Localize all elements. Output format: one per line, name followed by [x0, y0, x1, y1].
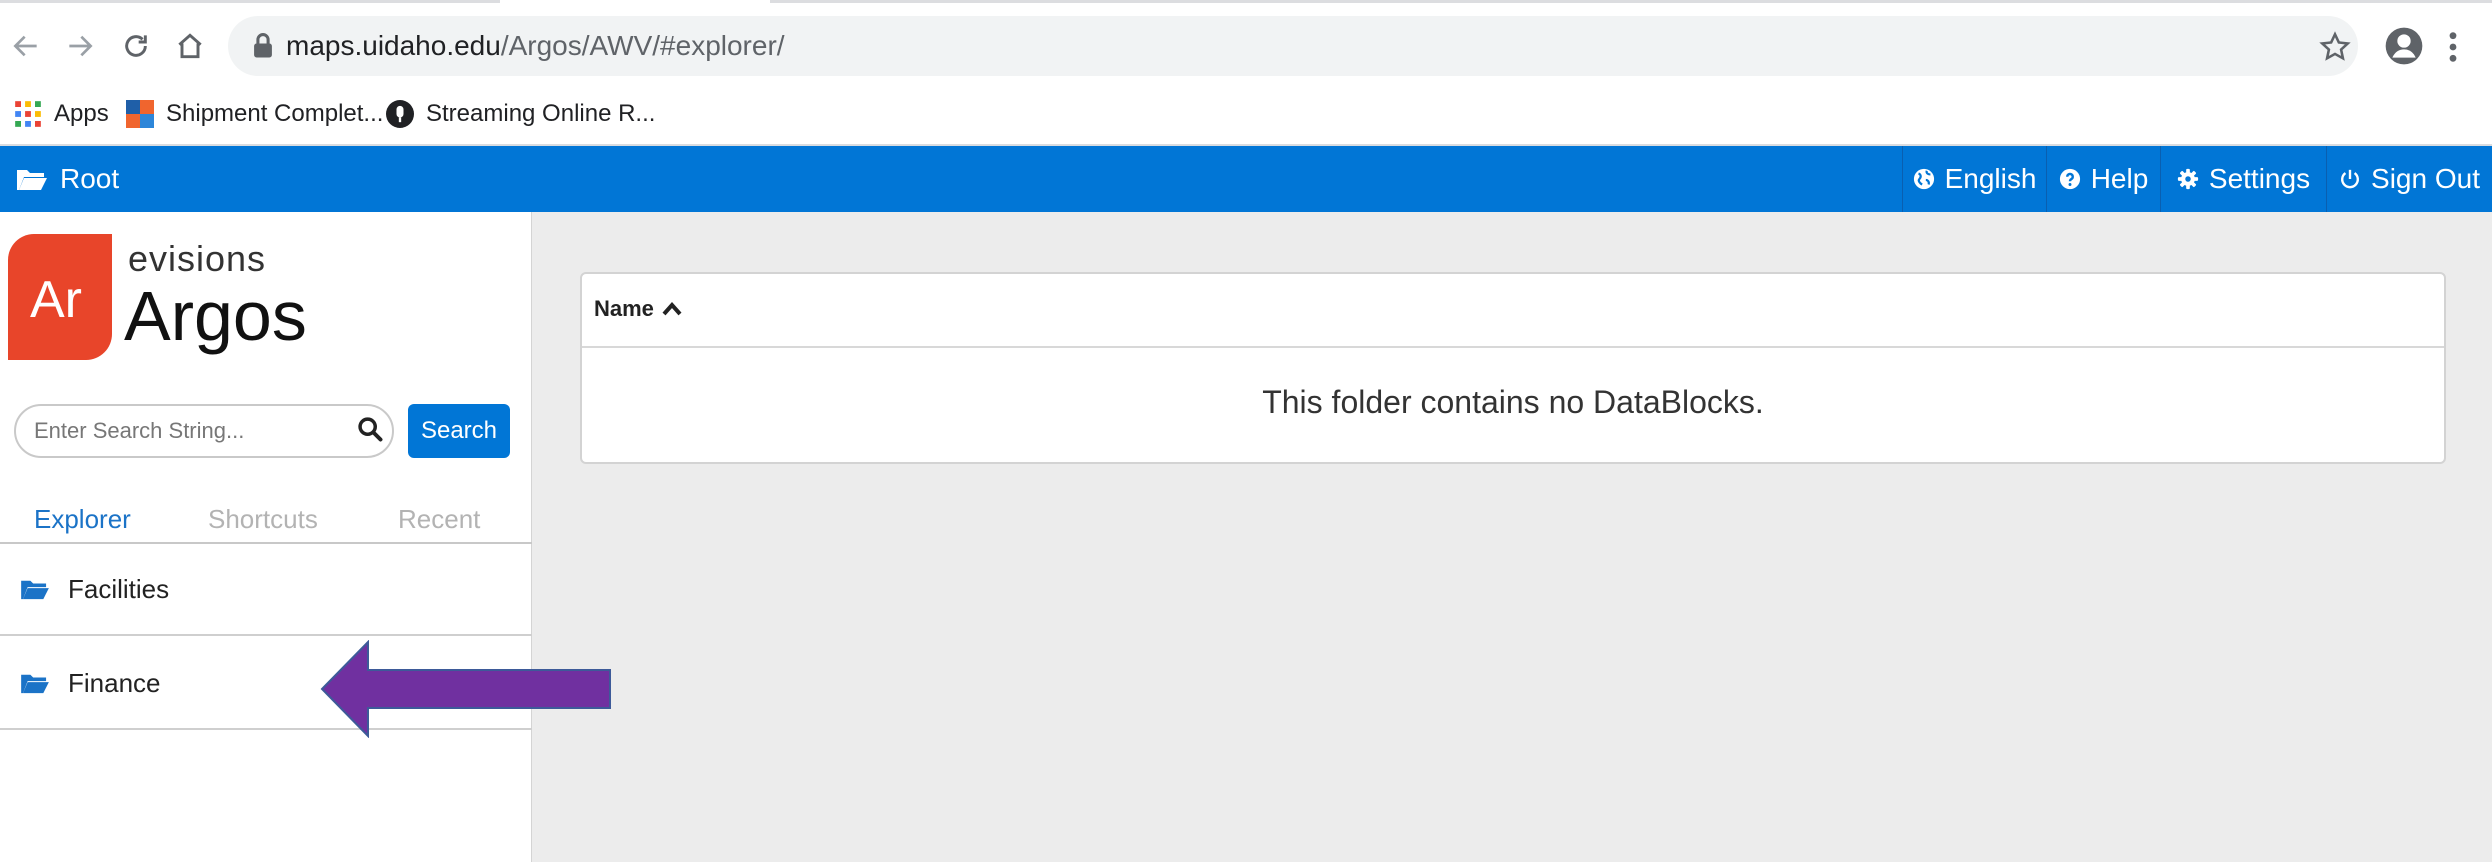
microphone-site-icon: [386, 100, 414, 128]
settings-button[interactable]: Settings: [2160, 146, 2326, 212]
folder-label: Finance: [68, 667, 161, 698]
globe-icon: [1913, 168, 1934, 190]
apps-grid-icon: [15, 101, 41, 127]
folder-label: Facilities: [68, 573, 170, 604]
language-label: English: [1944, 163, 2037, 194]
back-button[interactable]: [4, 24, 48, 68]
bookmark-label: Shipment Complet...: [166, 100, 384, 127]
bookmark-shipment[interactable]: Shipment Complet...: [126, 94, 383, 134]
gear-icon: [2177, 168, 2198, 190]
browser-menu-icon[interactable]: [2446, 30, 2460, 64]
folder-item-facilities[interactable]: Facilities: [0, 544, 532, 636]
tab-edge: [770, 0, 2492, 3]
forward-arrow-icon: [69, 35, 93, 57]
sort-ascending-icon: [662, 302, 682, 316]
datablock-table: Name This folder contains no DataBlocks.: [580, 272, 2446, 464]
column-header-label: Name: [594, 296, 654, 321]
breadcrumb-label: Root: [60, 163, 120, 194]
help-button[interactable]: Help: [2046, 146, 2160, 212]
tab-explorer[interactable]: Explorer: [34, 504, 131, 535]
settings-label: Settings: [2208, 163, 2311, 194]
shipment-site-icon: [126, 100, 154, 128]
logo-text: Ar: [30, 271, 82, 329]
forward-button[interactable]: [58, 24, 102, 68]
argos-logo: Ar: [8, 234, 112, 360]
table-divider: [582, 346, 2444, 348]
folder-open-icon: [17, 170, 47, 190]
lock-icon: [254, 33, 272, 58]
language-button[interactable]: English: [1902, 146, 2046, 212]
url-path: /Argos/AWV/#explorer/: [500, 30, 785, 61]
sidebar: Ar evisions Argos Search Explorer Shortc…: [0, 212, 532, 862]
main-content: Name This folder contains no DataBlocks.: [532, 212, 2492, 862]
bookmarks-bar: Apps Shipment Complet... Streaming Onlin…: [0, 82, 2492, 146]
bookmark-streaming[interactable]: Streaming Online R...: [386, 94, 655, 134]
profile-avatar-icon[interactable]: [2384, 26, 2424, 66]
tab-shortcuts[interactable]: Shortcuts: [208, 504, 318, 535]
bookmark-star-icon[interactable]: [2318, 30, 2352, 64]
url-host: maps.uidaho.edu: [286, 30, 501, 61]
reload-icon: [125, 35, 147, 57]
browser-toolbar: maps.uidaho.edu/Argos/AWV/#explorer/: [0, 6, 2492, 82]
sign-out-button[interactable]: Sign Out: [2326, 146, 2492, 212]
bookmark-label: Apps: [54, 100, 109, 127]
power-icon: [2341, 169, 2359, 189]
back-arrow-icon: [13, 35, 37, 57]
annotation-arrow: [320, 640, 611, 738]
app-header: Root English Help Settings Sign Out: [0, 146, 2492, 212]
address-bar[interactable]: maps.uidaho.edu/Argos/AWV/#explorer/: [228, 16, 2358, 76]
home-icon: [178, 33, 202, 59]
breadcrumb-root[interactable]: Root: [16, 146, 119, 212]
folder-open-icon: [21, 674, 49, 694]
url-text: maps.uidaho.edu/Argos/AWV/#explorer/: [286, 30, 785, 62]
sign-out-label: Sign Out: [2371, 163, 2480, 194]
tab-edge: [0, 0, 500, 3]
tab-recent[interactable]: Recent: [398, 504, 480, 535]
help-label: Help: [2090, 163, 2149, 194]
search-input[interactable]: [14, 404, 394, 458]
home-button[interactable]: [168, 24, 212, 68]
folder-open-icon: [21, 580, 49, 600]
bookmark-apps[interactable]: Apps: [14, 94, 109, 134]
bookmark-label: Streaming Online R...: [426, 100, 656, 127]
search-icon[interactable]: [356, 415, 384, 443]
brand-product: Argos: [124, 277, 307, 355]
search-button[interactable]: Search: [408, 404, 510, 458]
brand-company: evisions: [128, 238, 267, 279]
empty-state-message: This folder contains no DataBlocks.: [1262, 384, 1764, 420]
help-circle-icon: [2059, 168, 2080, 190]
reload-button[interactable]: [114, 24, 158, 68]
column-header-name[interactable]: Name: [594, 296, 682, 322]
